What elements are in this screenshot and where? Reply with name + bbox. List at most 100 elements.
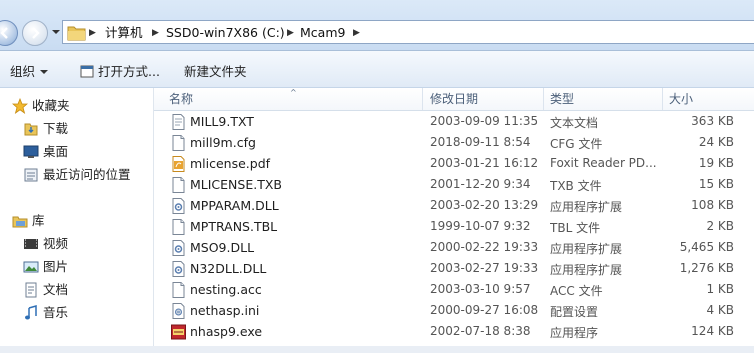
file-name: MPPARAM.DLL bbox=[190, 198, 279, 213]
recent-places-label: 最近访问的位置 bbox=[43, 167, 131, 182]
generic-file-icon bbox=[171, 177, 186, 193]
nav-item-recent-places[interactable]: 最近访问的位置 bbox=[24, 166, 131, 184]
music-library-icon bbox=[25, 305, 37, 320]
file-date: 2000-09-27 16:08 bbox=[430, 303, 539, 317]
organize-label: 组织 bbox=[10, 64, 36, 79]
file-size: 15 KB bbox=[698, 177, 734, 191]
file-date: 2003-09-09 11:35 bbox=[430, 114, 539, 128]
file-row[interactable]: MSO9.DLL 2000-02-22 19:33 应用程序扩展 5,465 KB bbox=[154, 237, 754, 259]
file-row[interactable]: nhasp9.exe 2002-07-18 8:38 应用程序 124 KB bbox=[154, 321, 754, 343]
nav-item-pictures[interactable]: 图片 bbox=[23, 258, 68, 276]
recent-pages-dropdown[interactable] bbox=[52, 30, 60, 34]
file-type: CFG 文件 bbox=[550, 137, 603, 151]
nav-item-documents[interactable]: 文档 bbox=[25, 281, 68, 299]
file-type: 文本文档 bbox=[550, 116, 599, 130]
open-with-button[interactable]: 打开方式... bbox=[80, 61, 160, 80]
file-row[interactable]: N32DLL.DLL 2003-02-27 19:33 应用程序扩展 1,276 KB bbox=[154, 258, 754, 280]
column-header-type[interactable]: 类型 bbox=[550, 88, 574, 110]
file-row[interactable]: MPTRANS.TBL 1999-10-07 9:32 TBL 文件 2 KB bbox=[154, 216, 754, 238]
breadcrumb-computer[interactable]: 计算机 bbox=[105, 24, 143, 42]
file-type: Foxit Reader PD... bbox=[550, 156, 657, 170]
open-with-icon bbox=[80, 65, 94, 78]
file-size: 19 KB bbox=[698, 156, 734, 170]
file-date: 2003-02-20 13:29 bbox=[430, 198, 539, 212]
nav-item-videos[interactable]: 视频 bbox=[24, 235, 69, 253]
dll-file-icon bbox=[171, 198, 186, 214]
file-name: N32DLL.DLL bbox=[190, 261, 267, 276]
file-name: MLICENSE.TXB bbox=[190, 177, 282, 192]
libraries-label: 库 bbox=[32, 213, 45, 228]
file-type: TBL 文件 bbox=[550, 221, 601, 235]
open-with-label: 打开方式... bbox=[98, 64, 160, 79]
file-row[interactable]: MLICENSE.TXB 2001-12-20 9:34 TXB 文件 15 KB bbox=[154, 174, 754, 196]
back-button[interactable] bbox=[0, 20, 18, 46]
desktop-icon bbox=[23, 145, 39, 158]
forward-button[interactable] bbox=[22, 20, 48, 46]
file-date: 2000-02-22 19:33 bbox=[430, 240, 539, 254]
recent-places-icon bbox=[24, 168, 38, 182]
file-size: 4 KB bbox=[706, 303, 734, 317]
column-header-name[interactable]: 名称 bbox=[169, 88, 193, 110]
file-name: MILL9.TXT bbox=[190, 114, 254, 129]
file-size: 108 KB bbox=[691, 198, 734, 212]
file-size: 1,276 KB bbox=[679, 261, 734, 275]
file-size: 1 KB bbox=[706, 282, 734, 296]
file-row[interactable]: mlicense.pdf 2003-01-21 16:12 Foxit Reader… bbox=[154, 153, 754, 175]
back-arrow-icon bbox=[0, 27, 8, 39]
nav-item-desktop[interactable]: 桌面 bbox=[23, 143, 69, 161]
file-list: MILL9.TXT 2003-09-09 11:35 文本文档 363 KB mill9… bbox=[154, 110, 754, 353]
column-header-date[interactable]: 修改日期 bbox=[430, 88, 478, 110]
new-folder-button[interactable]: 新建文件夹 bbox=[184, 61, 247, 80]
file-type: ACC 文件 bbox=[550, 284, 603, 298]
file-date: 2001-12-20 9:34 bbox=[430, 177, 531, 191]
breadcrumb-separator-icon[interactable]: ▶ bbox=[287, 24, 294, 42]
command-bar: 组织 打开方式... 新建文件夹 bbox=[0, 51, 754, 88]
breadcrumb-separator-icon[interactable]: ▶ bbox=[152, 24, 159, 42]
file-name: nesting.acc bbox=[190, 282, 262, 297]
breadcrumb-separator-icon[interactable]: ▶ bbox=[89, 24, 96, 42]
file-type: 应用程序扩展 bbox=[550, 242, 623, 256]
favorites-label: 收藏夹 bbox=[32, 98, 70, 113]
column-divider[interactable] bbox=[422, 88, 423, 110]
file-row[interactable]: nesting.acc 2003-03-10 9:57 ACC 文件 1 KB bbox=[154, 279, 754, 301]
status-strip bbox=[0, 346, 754, 353]
pdf-file-icon bbox=[171, 156, 186, 172]
file-size: 2 KB bbox=[706, 219, 734, 233]
generic-file-icon bbox=[171, 135, 186, 151]
file-row[interactable]: nethasp.ini 2000-09-27 16:08 配置设置 4 KB bbox=[154, 300, 754, 322]
file-row[interactable]: MILL9.TXT 2003-09-09 11:35 文本文档 363 KB bbox=[154, 111, 754, 133]
column-header-size[interactable]: 大小 bbox=[669, 88, 693, 110]
breadcrumb-mcam9[interactable]: Mcam9 bbox=[300, 24, 345, 42]
videos-label: 视频 bbox=[43, 236, 69, 251]
file-row[interactable]: MPPARAM.DLL 2003-02-20 13:29 应用程序扩展 108 KB bbox=[154, 195, 754, 217]
navigation-pane: 收藏夹 下载 桌面 最近访问的位置 库 视频 图片 文档 音乐 bbox=[0, 88, 153, 353]
file-row[interactable]: mill9m.cfg 2018-09-11 8:54 CFG 文件 24 KB bbox=[154, 132, 754, 154]
nav-libraries-header[interactable]: 库 bbox=[12, 212, 45, 230]
nav-item-music[interactable]: 音乐 bbox=[25, 304, 69, 322]
breadcrumb-drive[interactable]: SSD0-win7X86 (C:) bbox=[166, 24, 285, 42]
generic-file-icon bbox=[171, 282, 186, 298]
address-bar-region: ▶ 计算机 ▶ SSD0-win7X86 (C:) ▶ Mcam9 ▶ bbox=[0, 0, 754, 51]
video-library-icon bbox=[24, 239, 38, 249]
file-date: 2003-02-27 19:33 bbox=[430, 261, 539, 275]
organize-button[interactable]: 组织 bbox=[10, 61, 49, 80]
picture-library-icon bbox=[23, 261, 39, 273]
file-size: 363 KB bbox=[691, 114, 734, 128]
file-type: 应用程序扩展 bbox=[550, 263, 623, 277]
desktop-label: 桌面 bbox=[43, 144, 69, 159]
address-box[interactable]: ▶ 计算机 ▶ SSD0-win7X86 (C:) ▶ Mcam9 ▶ bbox=[62, 20, 754, 44]
library-icon bbox=[12, 216, 28, 228]
file-name: MPTRANS.TBL bbox=[190, 219, 278, 234]
file-size: 24 KB bbox=[698, 135, 734, 149]
column-divider[interactable] bbox=[543, 88, 544, 110]
breadcrumb-separator-icon[interactable]: ▶ bbox=[353, 24, 360, 42]
nav-item-downloads[interactable]: 下载 bbox=[24, 120, 68, 138]
music-label: 音乐 bbox=[43, 305, 69, 320]
file-type: TXB 文件 bbox=[550, 179, 602, 193]
file-date: 2003-03-10 9:57 bbox=[430, 282, 531, 296]
nav-favorites-header[interactable]: 收藏夹 bbox=[12, 97, 70, 115]
file-size: 124 KB bbox=[691, 324, 734, 338]
ini-file-icon bbox=[171, 303, 186, 319]
column-divider[interactable] bbox=[662, 88, 663, 110]
file-name: MSO9.DLL bbox=[190, 240, 255, 255]
